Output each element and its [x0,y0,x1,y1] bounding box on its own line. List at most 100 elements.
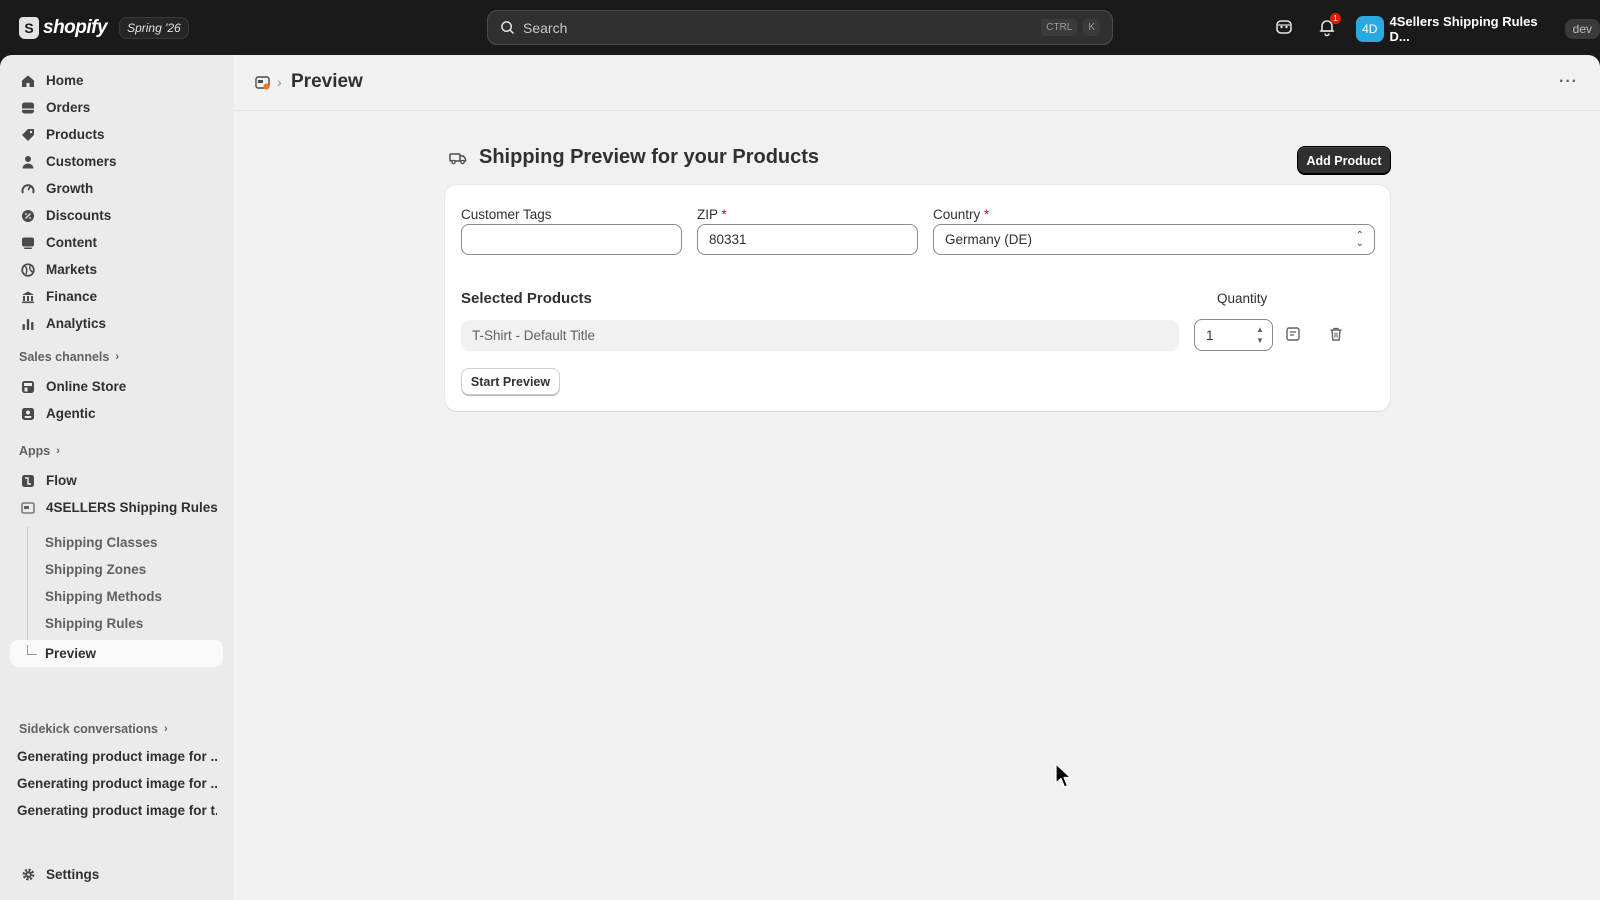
flow-icon [20,473,36,489]
required-mark: * [721,207,727,222]
apps-label: Apps [19,444,51,458]
version-badge: Spring '26 [119,16,189,39]
search-bar[interactable]: Search CTRL K [487,10,1113,45]
bar-chart-icon [20,316,36,332]
sidebar: Home Orders Products Customers Growth Di… [0,55,234,900]
sidebar-item-flow[interactable]: Flow [10,467,223,494]
shortcut-key-k: K [1083,19,1100,36]
sidebar-subitem-preview[interactable]: Preview [10,640,223,667]
sidekick-conversation-item[interactable]: Generating product image for t... [17,803,217,818]
sidebar-item-orders[interactable]: Orders [10,94,223,121]
sidebar-item-label: Home [46,73,84,88]
gauge-icon [20,181,36,197]
agent-icon [20,406,36,422]
sidebar-item-customers[interactable]: Customers [10,148,223,175]
sidekick-conversation-item[interactable]: Generating product image for ... [17,749,217,764]
page-title: Preview [291,71,363,92]
mouse-cursor-icon [1055,763,1072,788]
sidebar-item-label: Finance [46,289,98,304]
shipping-app-icon[interactable] [254,74,272,92]
chevron-right-icon: › [56,445,60,457]
main-content: › Preview ··· Shipping Preview for your … [234,55,1600,900]
sidebar-item-products[interactable]: Products [10,121,223,148]
stepper-arrows-icon[interactable]: ▲ ▼ [1254,325,1266,345]
sidekick-icon[interactable] [1274,17,1294,37]
country-label: Country [933,207,981,222]
tree-branch [27,645,37,655]
sidebar-subitem-shipping-methods[interactable]: Shipping Methods [45,589,162,604]
sidebar-item-agentic[interactable]: Agentic [10,400,223,427]
sidebar-item-label: Markets [46,262,98,277]
env-badge: dev [1564,19,1600,39]
country-label-group: Country * [933,207,989,222]
notifications-button[interactable]: 1 [1317,13,1341,37]
sidebar-item-content[interactable]: Content [10,229,223,256]
shipping-preview-card: Customer Tags ZIP * 80331 Country * Germ… [445,185,1390,411]
sidebar-item-label: Analytics [46,316,107,331]
edit-product-icon[interactable] [1285,326,1301,342]
breadcrumb-separator: › [277,74,282,90]
trash-icon[interactable] [1328,326,1344,342]
sidebar-item-label: Growth [46,181,94,196]
sidebar-item-label: Customers [46,154,117,169]
person-icon [20,154,36,170]
sidebar-item-label: Online Store [46,379,127,394]
card-title: Shipping Preview for your Products [479,146,820,168]
discount-icon [20,208,36,224]
notification-badge: 1 [1330,13,1341,24]
customer-tags-input[interactable] [461,224,682,255]
add-product-button[interactable]: Add Product [1297,146,1391,175]
more-actions-icon[interactable]: ··· [1559,73,1578,91]
sales-channels-label: Sales channels [19,350,110,364]
quantity-stepper[interactable]: 1 ▲ ▼ [1194,319,1273,351]
sidekick-conversations-header[interactable]: Sidekick conversations › [19,722,168,736]
store-name: 4Sellers Shipping Rules D... [1389,14,1538,44]
sidebar-item-finance[interactable]: Finance [10,283,223,310]
sidebar-item-home[interactable]: Home [10,67,223,94]
sidebar-item-settings[interactable]: Settings [10,861,223,888]
sidebar-item-online-store[interactable]: Online Store [10,373,223,400]
zip-input[interactable]: 80331 [697,224,918,255]
sidebar-item-label: Discounts [46,208,112,223]
shipping-app-icon [20,500,36,516]
sidebar-subitem-shipping-classes[interactable]: Shipping Classes [45,535,158,550]
sidebar-item-label: Products [46,127,105,142]
store-icon [20,379,36,395]
country-select[interactable]: Germany (DE) ⌃ ⌄ [933,224,1375,255]
store-switcher[interactable]: 4D 4Sellers Shipping Rules D... dev [1356,14,1600,44]
home-icon [20,73,36,89]
sidebar-item-markets[interactable]: Markets [10,256,223,283]
select-chevrons-icon: ⌃ ⌄ [1355,230,1364,249]
chevron-right-icon: › [115,351,119,363]
sidebar-item-4sellers-shipping-rules[interactable]: 4SELLERS Shipping Rules [10,494,223,521]
search-icon [501,21,514,34]
sidebar-subitem-shipping-zones[interactable]: Shipping Zones [45,562,146,577]
sales-channels-header[interactable]: Sales channels › [19,350,119,364]
sidebar-item-growth[interactable]: Growth [10,175,223,202]
sidebar-item-label: Content [46,235,97,250]
zip-label: ZIP [697,207,718,222]
tag-icon [20,127,36,143]
chevron-right-icon: › [163,723,168,735]
sidebar-item-label: Settings [46,867,100,882]
zip-label-group: ZIP * [697,207,727,222]
start-preview-button[interactable]: Start Preview [461,368,560,395]
sidekick-conversations-label: Sidekick conversations [19,722,158,736]
brand[interactable]: S shopify Spring '26 [19,16,189,39]
card-heading: Shipping Preview for your Products [449,146,819,169]
shopify-logo-icon: S [19,16,39,39]
top-bar: S shopify Spring '26 Search CTRL K 1 4D … [0,0,1600,55]
sidebar-item-discounts[interactable]: Discounts [10,202,223,229]
gear-icon [20,867,36,883]
sidebar-item-label: 4SELLERS Shipping Rules [46,500,218,515]
sidekick-conversation-item[interactable]: Generating product image for ... [17,776,217,791]
store-avatar: 4D [1356,16,1384,42]
country-value: Germany (DE) [945,232,1033,247]
search-placeholder: Search [523,19,568,36]
sidebar-item-analytics[interactable]: Analytics [10,310,223,337]
sidebar-subitem-shipping-rules[interactable]: Shipping Rules [45,616,143,631]
orders-icon [20,100,36,116]
product-row-name: T-Shirt - Default Title [461,320,1179,351]
apps-header[interactable]: Apps › [19,444,60,458]
page-header: › Preview ··· [234,55,1600,111]
